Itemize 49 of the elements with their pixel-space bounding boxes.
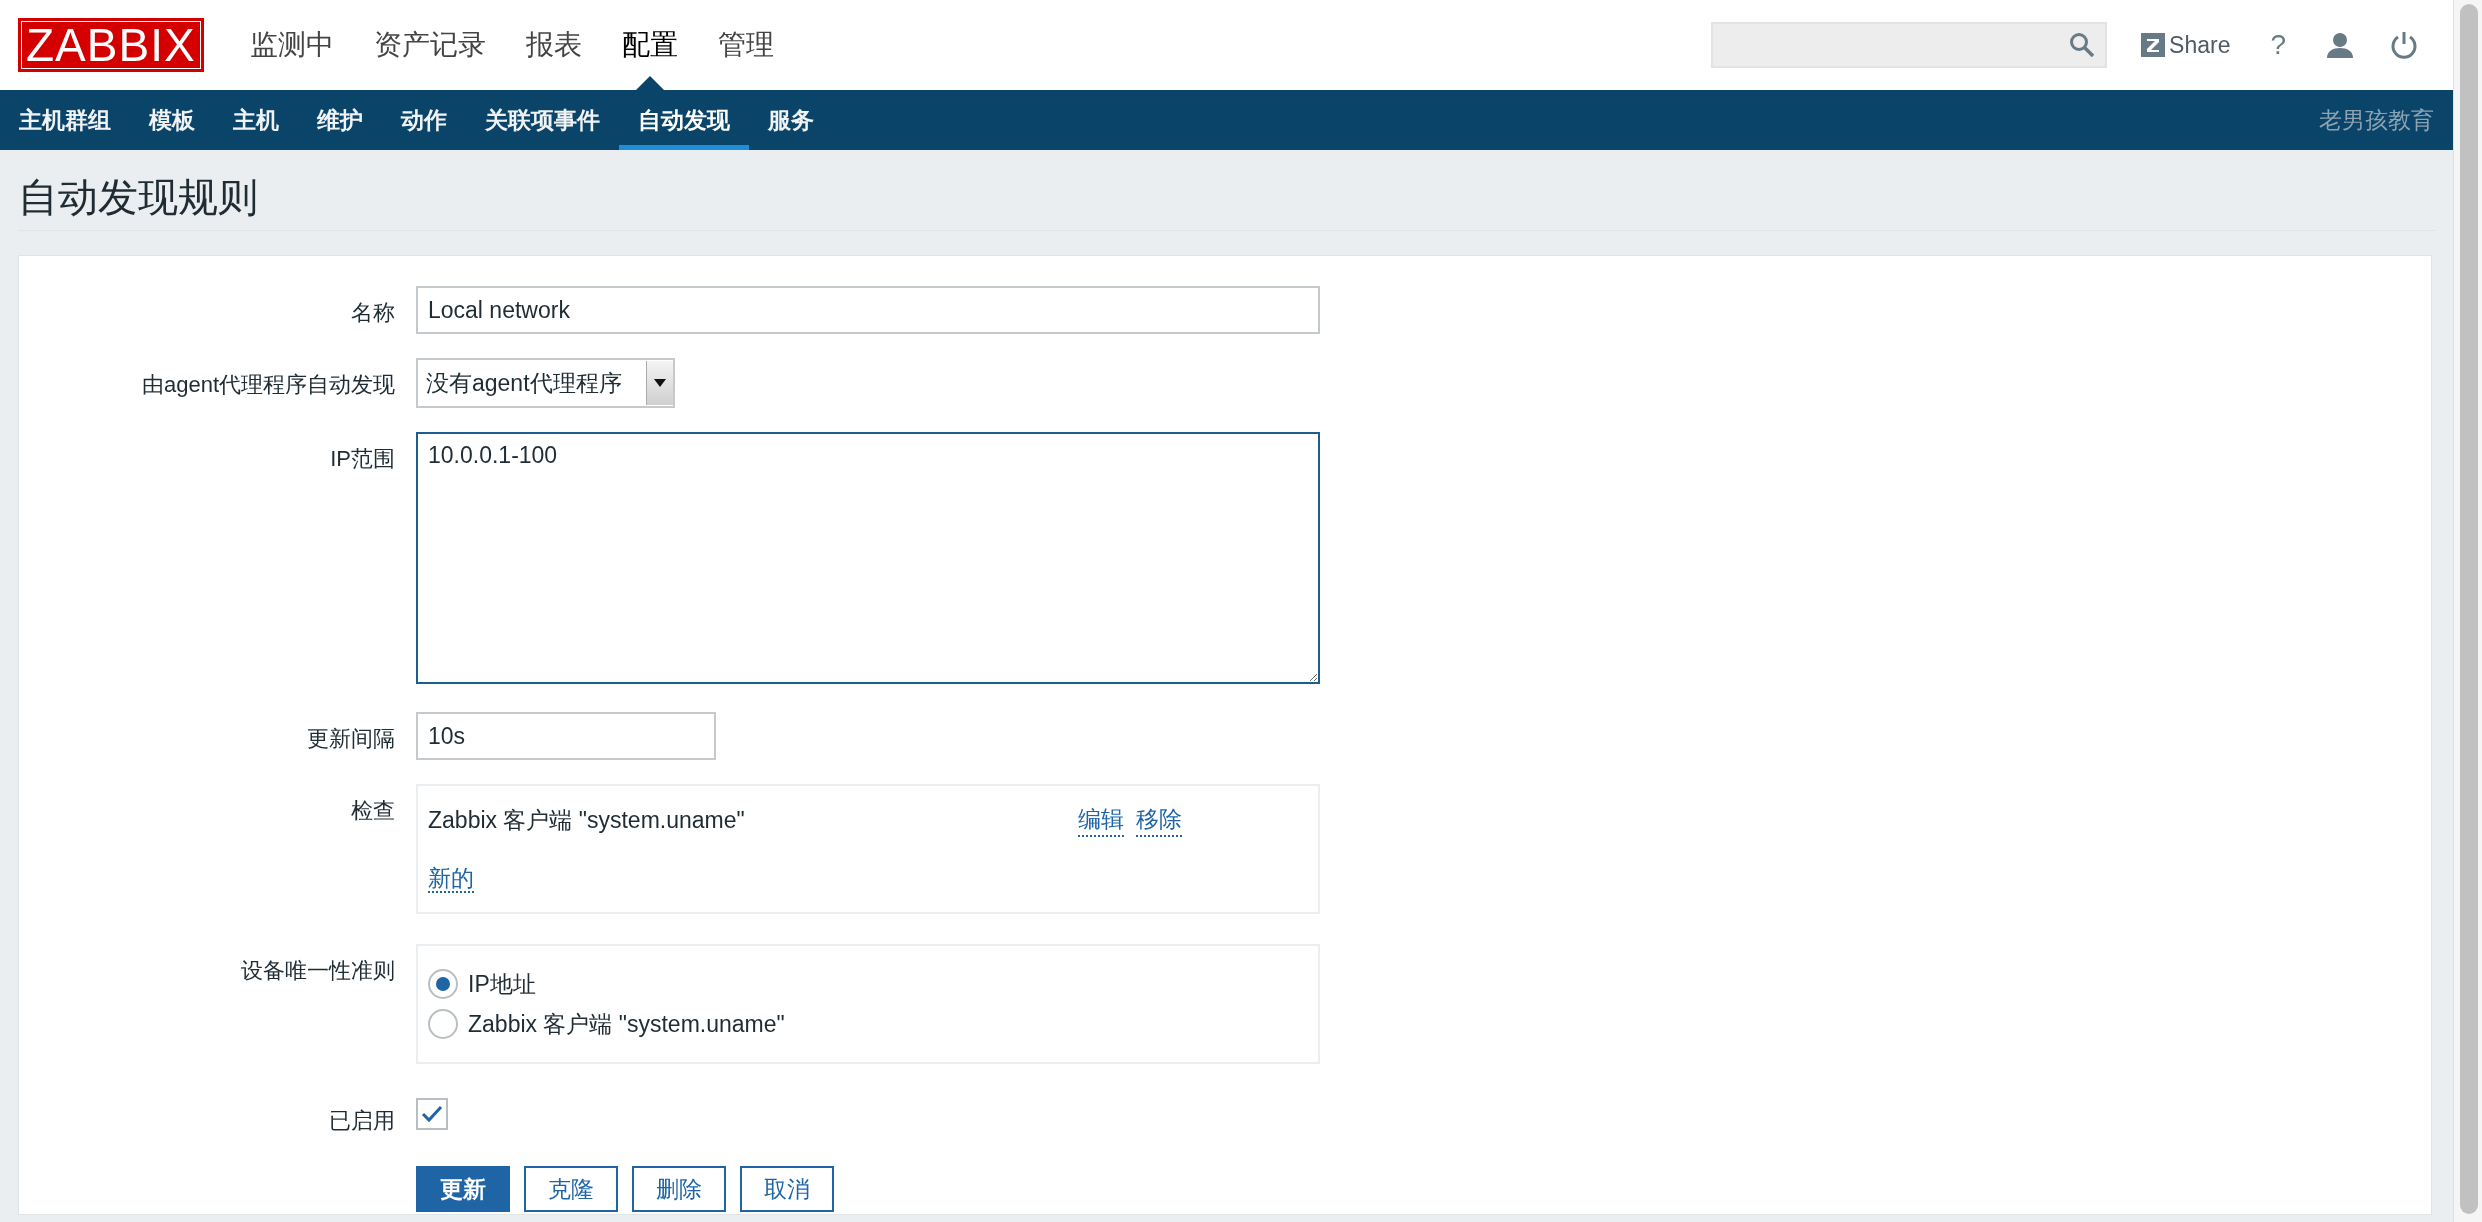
radio-button[interactable] (428, 969, 458, 999)
radio-label[interactable]: Zabbix 客户端 "system.uname" (468, 1008, 785, 1040)
radio-button[interactable] (428, 1009, 458, 1039)
sub-menu-item[interactable]: 主机群组 (0, 90, 130, 150)
sub-menu-item[interactable]: 服务 (749, 90, 833, 150)
checkmark-icon (421, 1105, 443, 1123)
form-button[interactable]: 克隆 (524, 1166, 618, 1212)
form-button[interactable]: 更新 (416, 1166, 510, 1212)
field-label: 检查 (350, 797, 395, 825)
enabled-checkbox[interactable] (416, 1098, 448, 1130)
field-label: 已启用 (328, 1107, 395, 1135)
proxy-dropdown[interactable]: 没有agent代理程序 (416, 358, 675, 408)
main-menu-item[interactable]: 资产记录 (353, 0, 506, 90)
field-label: 设备唯一性准则 (240, 957, 395, 985)
share-link[interactable]: Share (2141, 31, 2231, 59)
sub-menu-item[interactable]: 模板 (130, 90, 214, 150)
new-check-link[interactable]: 新的 (428, 865, 474, 893)
check-text: Zabbix 客户端 "system.uname" (428, 806, 746, 835)
main-menu-item[interactable]: 配置 (601, 0, 698, 90)
field-label: IP范围 (329, 445, 395, 473)
radio-label[interactable]: IP地址 (468, 968, 536, 1000)
ip-range-textarea[interactable]: 10.0.0.1-100 (416, 432, 1320, 684)
page-title: 自动发现规则 (17, 174, 259, 221)
sub-menu-item[interactable]: 动作 (382, 90, 466, 150)
name-input[interactable]: Local network (416, 286, 1320, 334)
main-menu-item[interactable]: 监测中 (229, 0, 354, 90)
caret-icon (654, 379, 666, 387)
zabbix-logo[interactable]: ZABBIX (18, 18, 204, 72)
power-icon[interactable] (2390, 31, 2418, 59)
brand-text: 老男孩教育 (2319, 105, 2435, 135)
user-icon[interactable] (2326, 31, 2354, 59)
sub-menu-item[interactable]: 关联项事件 (466, 90, 619, 150)
sub-menu-item[interactable]: 维护 (298, 90, 382, 150)
sub-menu-item[interactable]: 自动发现 (619, 90, 749, 150)
main-menu-item[interactable]: 报表 (505, 0, 602, 90)
field-label: 更新间隔 (306, 725, 395, 753)
interval-input[interactable]: 10s (416, 712, 716, 760)
main-menu-item[interactable]: 管理 (697, 0, 794, 90)
field-label: 名称 (350, 299, 395, 327)
scrollbar[interactable] (2453, 0, 2482, 1222)
action-link[interactable]: 移除 (1136, 804, 1182, 837)
search-field[interactable] (1711, 22, 2108, 68)
sub-menu-item[interactable]: 主机 (214, 90, 298, 150)
action-link[interactable]: 编辑 (1078, 804, 1124, 837)
search-icon[interactable] (2069, 32, 2096, 58)
form-button[interactable]: 取消 (740, 1166, 834, 1212)
form-button[interactable]: 删除 (632, 1166, 726, 1212)
field-label: 由agent代理程序自动发现 (140, 371, 395, 399)
help-button[interactable]: ? (2270, 29, 2286, 61)
